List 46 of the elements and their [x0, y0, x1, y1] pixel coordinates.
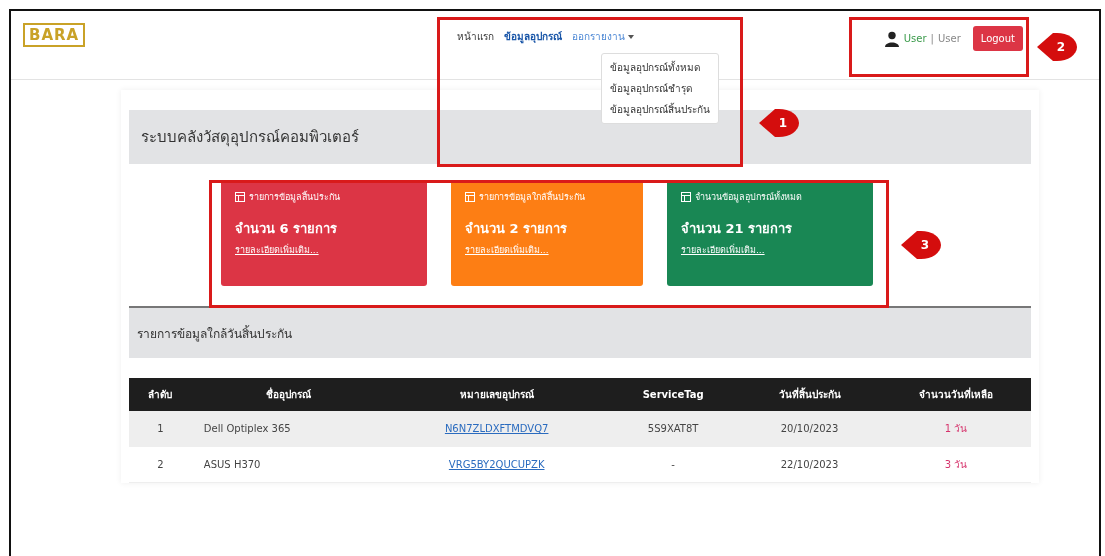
table-cell: 2 — [129, 446, 192, 483]
section-title: รายการข้อมูลใกล้วันสิ้นประกัน — [137, 324, 292, 343]
user-name: User — [903, 33, 927, 44]
table-icon — [235, 192, 245, 202]
table-cell: - — [608, 446, 739, 483]
callout-marker: 2 — [1037, 33, 1077, 61]
user-icon — [883, 30, 900, 47]
table-cell: 1 — [129, 411, 192, 447]
column-header: ชื่ออุปกรณ์ — [191, 378, 386, 411]
user-role: User — [937, 33, 961, 44]
more-details-link[interactable]: รายละเอียดเพิ่มเติม... — [681, 243, 859, 257]
separator: | — [930, 33, 934, 44]
callout-marker: 3 — [901, 231, 941, 259]
card-count: จำนวน 21 รายการ — [681, 220, 794, 238]
table-icon — [465, 192, 475, 202]
table-cell: Dell Optiplex 365 — [191, 411, 386, 447]
more-details-link[interactable]: รายละเอียดเพิ่มเติม... — [465, 243, 629, 257]
nav-link[interactable]: ข้อมูลอุปกรณ์ — [504, 29, 563, 44]
logo[interactable]: BARA — [23, 23, 86, 47]
column-header: หมายเลขอุปกรณ์ — [385, 378, 609, 411]
dropdown-item[interactable]: ข้อมูลอุปกรณ์ทั้งหมด — [610, 60, 711, 75]
nav-link[interactable]: ออกรายงาน — [572, 29, 635, 44]
table-cell: 3 วัน — [880, 446, 1031, 483]
column-header: จำนวนวันที่เหลือ — [880, 378, 1031, 411]
serial-link[interactable]: VRG5BY2QUCUPZK — [448, 459, 545, 470]
table-cell: 1 วัน — [880, 411, 1031, 447]
table-cell: 22/10/2023 — [738, 446, 881, 483]
card-title: รายการข้อมูลสิ้นประกัน — [249, 190, 340, 204]
card-count: จำนวน 2 รายการ — [465, 220, 569, 238]
dropdown-item[interactable]: ข้อมูลอุปกรณ์สิ้นประกัน — [610, 102, 711, 117]
column-header: ลำดับ — [129, 378, 192, 411]
more-details-link[interactable]: รายละเอียดเพิ่มเติม... — [235, 243, 413, 257]
table-cell: 5S9XAT8T — [608, 411, 739, 447]
dropdown-item[interactable]: ข้อมูลอุปกรณ์ชำรุด — [610, 81, 711, 96]
column-header: วันที่สิ้นประกัน — [738, 378, 881, 411]
column-header: ServiceTag — [608, 378, 739, 411]
card-count: จำนวน 6 รายการ — [235, 220, 339, 238]
card-title: จำนวนข้อมูลอุปกรณ์ทั้งหมด — [695, 190, 802, 204]
logout-button[interactable]: Logout — [972, 26, 1023, 51]
nav-link[interactable]: หน้าแรก — [457, 29, 495, 44]
table-icon — [681, 192, 691, 202]
serial-link[interactable]: N6N7ZLDXFTMDVQ7 — [444, 423, 549, 434]
table-cell: 20/10/2023 — [738, 411, 881, 447]
card-title: รายการข้อมูลใกล้สิ้นประกัน — [479, 190, 585, 204]
table-cell: ASUS H370 — [191, 446, 386, 483]
page-title: ระบบคลังวัสดุอุปกรณ์คอมพิวเตอร์ — [141, 127, 359, 149]
